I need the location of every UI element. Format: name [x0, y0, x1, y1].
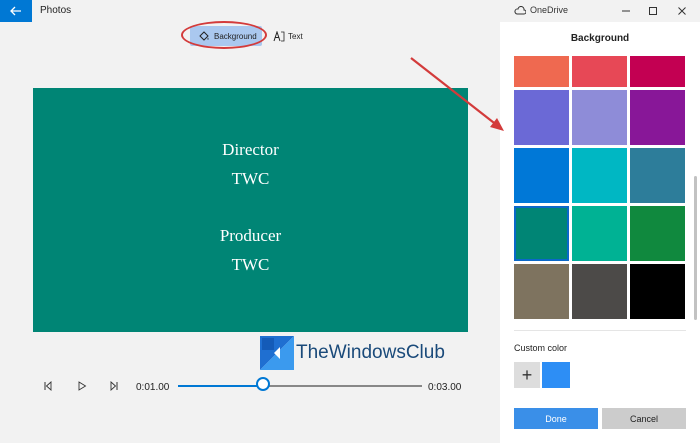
watermark: TheWindowsClub: [260, 336, 445, 370]
custom-color-swatch[interactable]: [542, 362, 570, 388]
color-swatch[interactable]: [630, 56, 685, 87]
onedrive-label: OneDrive: [530, 5, 569, 15]
add-custom-color-button[interactable]: +: [514, 362, 540, 388]
color-swatch[interactable]: [630, 264, 685, 319]
maximize-button[interactable]: [643, 3, 663, 19]
divider: [514, 330, 686, 331]
color-swatch[interactable]: [630, 206, 685, 261]
close-button[interactable]: [672, 3, 692, 19]
color-swatch[interactable]: [514, 206, 569, 261]
cloud-icon: [514, 5, 526, 14]
done-button[interactable]: Done: [514, 408, 598, 429]
color-swatch[interactable]: [572, 56, 627, 87]
color-swatch[interactable]: [514, 90, 569, 145]
color-swatch[interactable]: [630, 148, 685, 203]
preview-line-twc-2: TWC: [231, 255, 270, 274]
background-button[interactable]: Background: [190, 26, 262, 46]
watermark-text: TheWindowsClub: [296, 342, 445, 363]
previous-frame-icon: [44, 381, 52, 391]
onedrive-status[interactable]: OneDrive: [514, 5, 568, 15]
cancel-button[interactable]: Cancel: [602, 408, 686, 429]
current-time: 0:01.00: [136, 382, 170, 393]
preview-line-twc-1: TWC: [231, 169, 270, 188]
preview-line-director: Director: [222, 140, 279, 159]
close-icon: [678, 7, 686, 15]
seek-handle[interactable]: [256, 377, 271, 391]
minimize-button[interactable]: [616, 3, 636, 19]
play-button[interactable]: [74, 378, 90, 394]
next-frame-button[interactable]: [106, 378, 122, 394]
color-swatch[interactable]: [572, 148, 627, 203]
back-arrow-icon: [10, 6, 21, 16]
back-button[interactable]: [0, 0, 32, 22]
play-icon: [78, 381, 87, 391]
text-box-icon: [273, 30, 285, 41]
background-button-label: Background: [214, 31, 257, 41]
color-swatch[interactable]: [514, 148, 569, 203]
maximize-icon: [649, 7, 657, 15]
panel-scrollbar[interactable]: [694, 176, 697, 320]
previous-frame-button[interactable]: [40, 378, 56, 394]
color-swatch[interactable]: [514, 264, 569, 319]
seek-track[interactable]: [178, 385, 422, 387]
seek-progress: [178, 385, 264, 387]
color-swatch[interactable]: [572, 264, 627, 319]
text-button-label: Text: [288, 31, 303, 41]
total-time: 0:03.00: [428, 382, 462, 393]
text-button[interactable]: Text: [273, 27, 303, 45]
paint-bucket-icon: [199, 31, 209, 41]
next-frame-icon: [110, 381, 118, 391]
app-title: Photos: [40, 5, 72, 16]
plus-icon: +: [521, 364, 533, 385]
custom-color-label: Custom color: [514, 343, 568, 353]
windows-club-logo-icon: [260, 336, 294, 370]
color-swatch[interactable]: [572, 90, 627, 145]
panel-title: Background: [570, 33, 630, 44]
color-swatch[interactable]: [572, 206, 627, 261]
preview-line-producer: Producer: [219, 226, 282, 245]
color-swatch[interactable]: [630, 90, 685, 145]
color-swatch[interactable]: [514, 56, 569, 87]
minimize-icon: [622, 10, 630, 12]
video-preview: Director TWC Producer TWC: [33, 88, 468, 332]
